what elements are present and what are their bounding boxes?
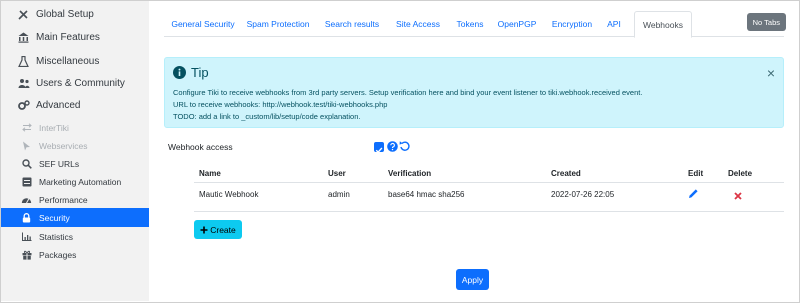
apply-button[interactable]: Apply [456, 269, 489, 290]
sidebar-item-sef-urls[interactable]: SEF URLs [1, 154, 149, 173]
sidebar-item-label: Packages [39, 249, 77, 260]
tip-line: TODO: add a link to _custom/lib/setup/co… [173, 112, 361, 121]
tab-label: Site Access [396, 19, 440, 29]
column-header-edit: Edit [688, 169, 704, 178]
plus-icon [200, 226, 208, 233]
sidebar-item-label: Main Features [36, 31, 100, 43]
close-icon[interactable]: × [767, 66, 775, 80]
cell-created: 2022-07-26 22:05 [551, 190, 615, 199]
reset-icon[interactable] [399, 140, 410, 152]
sidebar-item-label: Users & Community [36, 77, 125, 89]
tip-title: Tip [173, 65, 209, 80]
sidebar-item-label: Miscellaneous [36, 55, 100, 67]
delete-x-icon[interactable] [734, 192, 742, 200]
sidebar-item-label: Statistics [39, 231, 74, 242]
column-header-delete: Delete [728, 169, 753, 178]
chart-icon [20, 231, 33, 243]
sidebar-item-main-features[interactable]: Main Features [1, 26, 149, 48]
wrench-screwdriver-icon [17, 8, 30, 20]
tip-line: Configure Tiki to receive webhooks from … [173, 88, 643, 97]
tab-label: Spam Protection [246, 19, 310, 29]
tip-title-text: Tip [191, 65, 209, 80]
sidebar-item-webservices[interactable]: Webservices [1, 136, 149, 155]
users-icon [17, 77, 30, 89]
help-icon[interactable] [387, 141, 398, 152]
lock-icon [20, 212, 33, 224]
sidebar-item-statistics[interactable]: Statistics [1, 227, 149, 246]
tab-label: API [607, 19, 621, 29]
tab-tokens[interactable]: Tokens [454, 11, 486, 37]
tab-site-access[interactable]: Site Access [392, 11, 444, 37]
no-tabs-button[interactable]: No Tabs [746, 13, 786, 31]
tab-webhooks[interactable]: Webhooks [634, 11, 692, 38]
sidebar-item-label: Security [39, 212, 70, 223]
sidebar-item-advanced[interactable]: Advanced [1, 94, 149, 116]
sidebar-item-label: SEF URLs [39, 158, 80, 169]
exchange-icon [20, 122, 33, 134]
security-tabs: General Security Spam Protection Search … [164, 11, 784, 38]
sidebar-item-security[interactable]: Security [1, 208, 149, 227]
sidebar-item-label: InterTiki [39, 122, 69, 133]
sidebar-item-performance[interactable]: Performance [1, 190, 149, 209]
tab-label: Webhooks [642, 19, 683, 30]
tab-label: Search results [324, 19, 380, 29]
sidebar-item-intertiki[interactable]: InterTiki [1, 118, 149, 137]
tip-line: URL to receive webhooks: http://webhook.… [173, 100, 388, 109]
create-label: Create [210, 224, 236, 235]
tab-label: Encryption [551, 19, 593, 29]
column-header-name: Name [199, 169, 221, 178]
gift-icon [20, 249, 33, 261]
search-icon [20, 158, 33, 170]
bank-icon [17, 31, 30, 43]
check-icon [375, 147, 383, 154]
column-header-verification: Verification [388, 169, 432, 178]
tachometer-icon [20, 194, 33, 206]
info-circle-icon [173, 66, 186, 79]
sidebar-item-packages[interactable]: Packages [1, 245, 149, 264]
webhook-access-label: Webhook access [168, 142, 233, 152]
table-header-divider [194, 182, 784, 183]
column-header-created: Created [551, 169, 581, 178]
sidebar-item-label: Advanced [36, 99, 81, 111]
tab-search-results[interactable]: Search results [322, 11, 382, 37]
cell-user: admin [328, 190, 350, 199]
apply-label: Apply [461, 274, 484, 285]
tab-general-security[interactable]: General Security [168, 11, 238, 37]
tab-encryption[interactable]: Encryption [549, 11, 595, 37]
flask-icon [17, 55, 30, 67]
cell-verification: base64 hmac sha256 [388, 190, 465, 199]
table-row-divider [194, 211, 784, 212]
create-webhook-button[interactable]: Create [194, 220, 242, 239]
pencil-icon[interactable] [688, 188, 699, 199]
tab-openpgp[interactable]: OpenPGP [497, 11, 537, 37]
tab-label: OpenPGP [497, 19, 537, 29]
sidebar-item-global-setup[interactable]: Global Setup [1, 3, 149, 25]
sidebar-item-label: Marketing Automation [39, 176, 122, 187]
column-header-user: User [328, 169, 346, 178]
sidebar-item-miscellaneous[interactable]: Miscellaneous [1, 50, 149, 72]
sidebar-item-marketing-automation[interactable]: Marketing Automation [1, 172, 149, 191]
sidebar-item-label: Performance [39, 194, 88, 205]
server-icon [20, 176, 33, 188]
tab-label: Tokens [456, 19, 484, 29]
tip-alert: Tip × Configure Tiki to receive webhooks… [164, 57, 784, 128]
no-tabs-label: No Tabs [752, 17, 780, 27]
cursor-icon [20, 140, 33, 152]
tab-spam-protection[interactable]: Spam Protection [242, 11, 314, 37]
sidebar-item-label: Global Setup [36, 8, 94, 20]
tab-label: General Security [171, 19, 235, 29]
admin-sidebar: Global Setup Main Features Miscellaneous… [1, 1, 149, 301]
tab-api[interactable]: API [605, 11, 623, 37]
sidebar-item-label: Webservices [39, 140, 88, 151]
cell-name: Mautic Webhook [199, 190, 259, 199]
gears-icon [17, 99, 30, 111]
sidebar-item-users-community[interactable]: Users & Community [1, 72, 149, 94]
webhook-access-checkbox[interactable] [374, 142, 384, 154]
